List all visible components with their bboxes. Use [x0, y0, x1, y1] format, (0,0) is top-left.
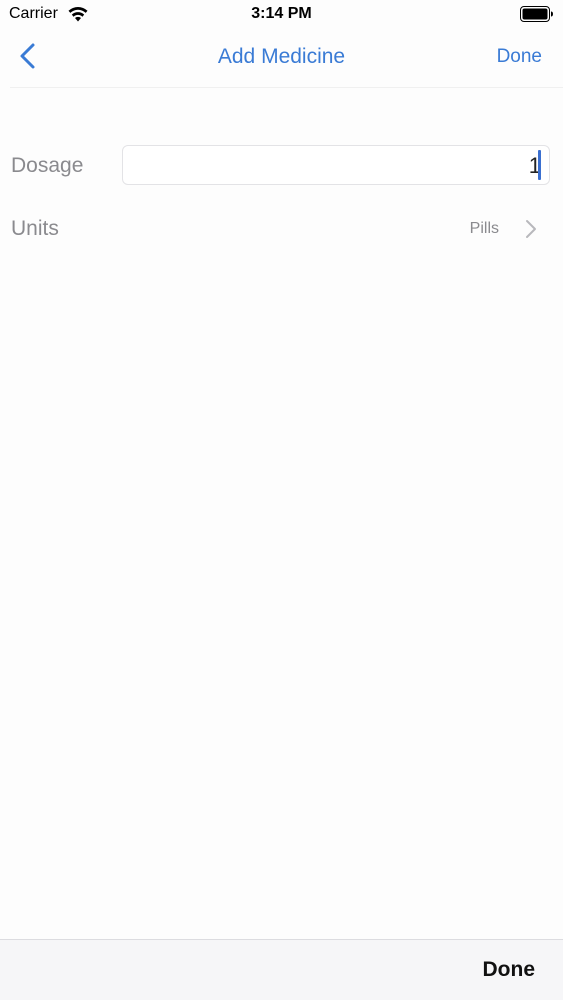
chevron-right-icon — [525, 219, 537, 239]
done-button[interactable]: Done — [497, 46, 542, 68]
add-medicine-screen: Carrier 3:14 PM Add Medicine Done Dosage… — [0, 0, 563, 1000]
status-time: 3:14 PM — [251, 5, 312, 22]
navigation-bar: Add Medicine Done — [0, 30, 563, 87]
dosage-input[interactable]: 1 — [122, 145, 550, 185]
keyboard-accessory-bar: Done — [0, 939, 563, 1000]
page-title: Add Medicine — [217, 45, 346, 68]
status-bar: Carrier 3:14 PM — [0, 0, 563, 30]
units-label: Units — [11, 217, 59, 240]
keyboard-done-button[interactable]: Done — [483, 958, 536, 982]
battery-icon — [520, 6, 554, 22]
dosage-row: Dosage 1 — [0, 145, 563, 187]
units-row[interactable]: Units Pills — [0, 208, 563, 250]
text-cursor — [538, 150, 541, 180]
nav-divider — [10, 87, 563, 88]
dosage-label: Dosage — [11, 154, 84, 177]
units-value: Pills — [469, 220, 499, 237]
